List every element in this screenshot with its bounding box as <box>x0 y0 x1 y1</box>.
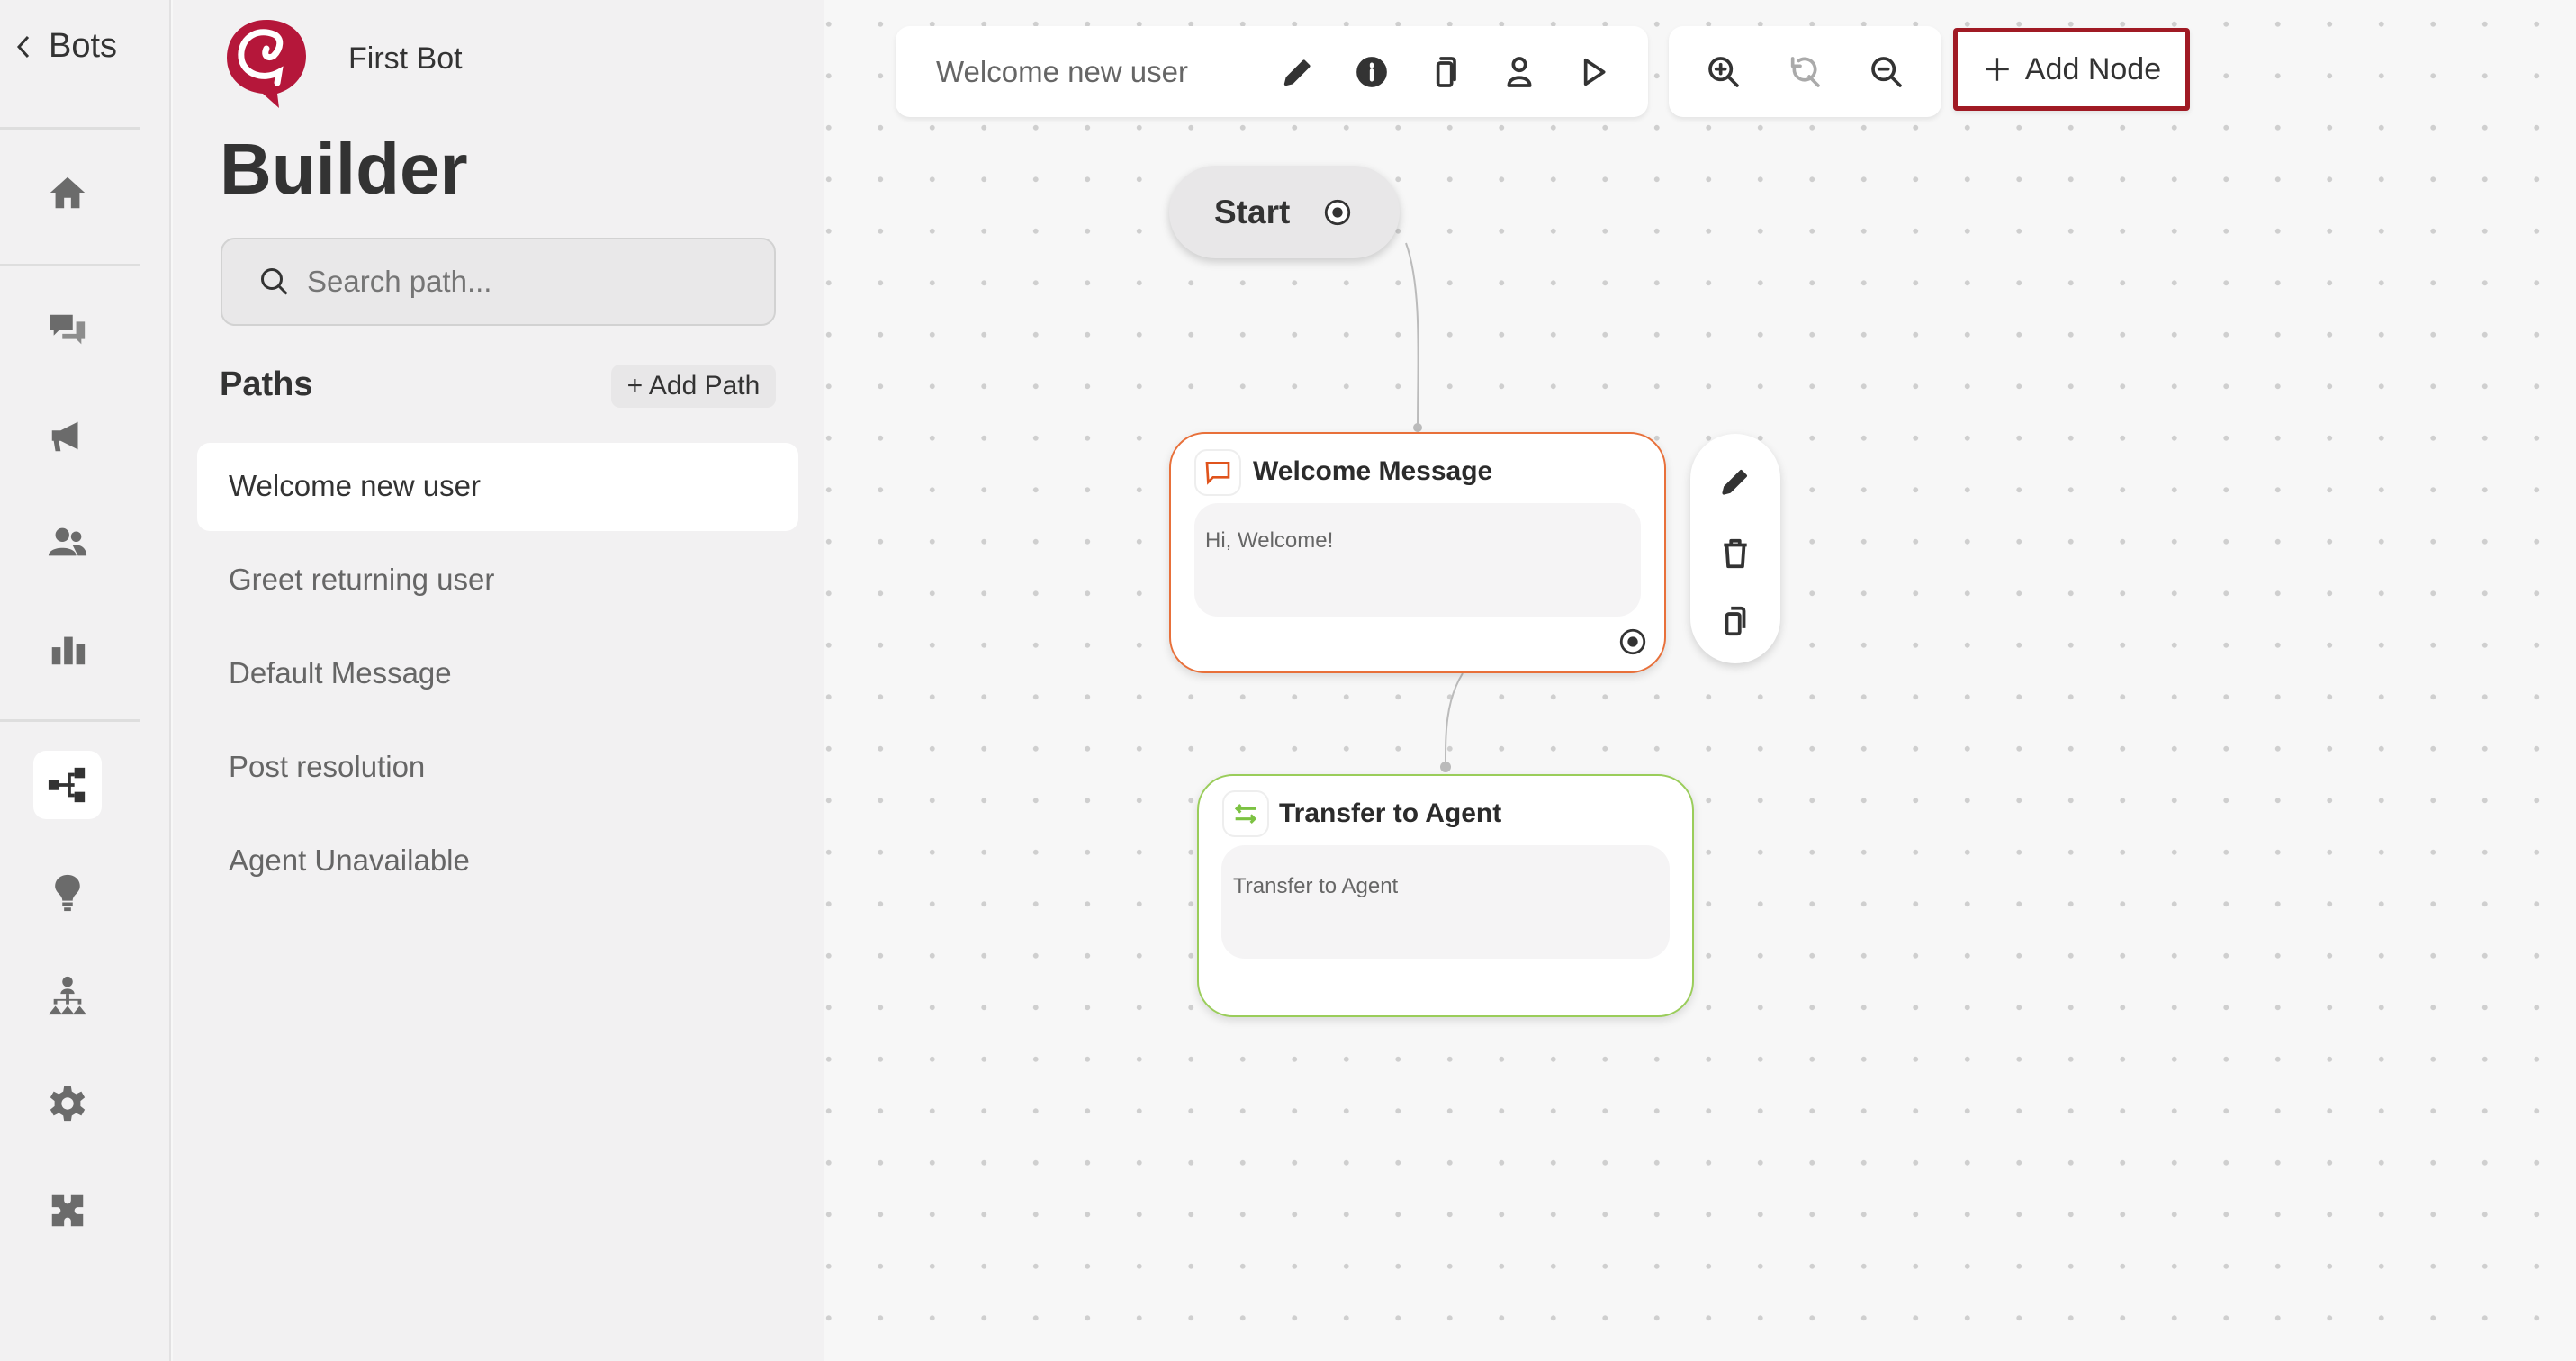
info-button[interactable] <box>1352 52 1392 92</box>
copy-icon <box>1436 56 1456 87</box>
add-node-button[interactable]: Add Node <box>1953 28 2190 111</box>
transfer-icon <box>1234 803 1257 825</box>
users-icon <box>48 527 87 556</box>
rename-button[interactable] <box>1278 52 1318 92</box>
zoom-out-button[interactable] <box>1867 52 1906 92</box>
path-item[interactable]: Default Message <box>229 656 452 690</box>
chat-icon <box>50 314 86 345</box>
gear-icon <box>50 1086 86 1122</box>
brand-logo <box>227 20 306 108</box>
user-button[interactable] <box>1500 52 1539 92</box>
rail-item-reports[interactable] <box>41 622 95 676</box>
home-icon <box>50 176 86 209</box>
zoom-out-icon <box>1870 56 1902 87</box>
flow-icon <box>48 767 86 803</box>
rail-item-home[interactable] <box>41 166 95 220</box>
node-title: Transfer to Agent <box>1279 798 1502 828</box>
path-item[interactable]: Greet returning user <box>229 563 494 597</box>
start-label: Start <box>1214 193 1291 230</box>
divider <box>0 127 140 130</box>
zoom-in-icon <box>1708 56 1739 87</box>
pencil-icon <box>1722 470 1747 495</box>
play-icon <box>1583 58 1606 86</box>
rail-item-integrations[interactable] <box>41 1184 95 1238</box>
path-item[interactable]: Welcome new user <box>229 469 481 503</box>
search-icon <box>261 268 288 295</box>
rail-item-campaigns[interactable] <box>41 409 95 463</box>
bot-name: First Bot <box>348 41 463 76</box>
rail-item-settings[interactable] <box>41 1077 95 1131</box>
message-icon <box>1205 462 1230 485</box>
rail-item-builder[interactable] <box>33 751 102 819</box>
user-icon <box>1507 56 1532 87</box>
output-handle-icon[interactable] <box>1322 197 1353 228</box>
duplicate-node-button[interactable] <box>1718 604 1752 643</box>
trash-icon <box>1724 538 1747 569</box>
copy-icon <box>1725 606 1746 636</box>
megaphone-icon <box>51 421 78 452</box>
node-text: Transfer to Agent <box>1233 874 1399 898</box>
paths-heading: Paths <box>220 365 313 403</box>
path-item[interactable]: Post resolution <box>229 750 425 784</box>
rail-item-hierarchy[interactable] <box>41 969 95 1023</box>
transfer-node-icon <box>1222 790 1269 837</box>
play-button[interactable] <box>1573 52 1613 92</box>
page-title: Builder <box>220 129 468 209</box>
divider <box>0 719 140 722</box>
hierarchy-icon <box>48 976 87 1015</box>
lightbulb-icon <box>55 874 80 912</box>
flow-node-welcome-message[interactable]: Welcome Message Hi, Welcome! <box>1169 432 1666 673</box>
reset-icon <box>1791 56 1821 87</box>
search-input[interactable] <box>307 265 757 299</box>
message-node-icon <box>1194 449 1241 496</box>
add-node-label: Add Node <box>2024 51 2162 86</box>
reset-zoom-button[interactable] <box>1785 52 1824 92</box>
node-title: Welcome Message <box>1253 456 1493 486</box>
start-node[interactable]: Start <box>1169 166 1400 258</box>
zoom-toolbar <box>1669 26 1941 117</box>
zoom-in-button[interactable] <box>1704 52 1743 92</box>
edit-node-button[interactable] <box>1718 464 1752 503</box>
rail-item-conversations[interactable] <box>41 303 95 357</box>
delete-node-button[interactable] <box>1718 536 1752 575</box>
node-actions <box>1690 434 1780 663</box>
path-name[interactable]: Welcome new user <box>936 55 1278 89</box>
info-icon <box>1356 56 1387 87</box>
node-text: Hi, Welcome! <box>1205 528 1334 553</box>
pencil-icon <box>1283 59 1311 86</box>
icon-rail: Bots <box>0 0 171 1361</box>
add-path-button[interactable]: + Add Path <box>611 365 776 408</box>
copy-path-button[interactable] <box>1426 52 1465 92</box>
output-handle-icon[interactable] <box>1617 626 1648 657</box>
search-path-field[interactable] <box>221 238 776 326</box>
path-item[interactable]: Agent Unavailable <box>229 843 470 878</box>
bar-chart-icon <box>51 636 86 665</box>
chevron-left-icon <box>16 35 30 58</box>
rail-item-insights[interactable] <box>41 865 95 919</box>
path-toolbar: Welcome new user <box>896 26 1648 117</box>
flow-node-transfer-to-agent[interactable]: Transfer to Agent Transfer to Agent <box>1197 774 1694 1017</box>
node-content: Transfer to Agent <box>1221 845 1670 959</box>
plus-icon <box>1986 58 2009 81</box>
flow-canvas[interactable] <box>824 0 2576 1361</box>
rail-item-contacts[interactable] <box>41 515 95 569</box>
back-label: Bots <box>49 27 118 65</box>
divider <box>0 264 140 266</box>
back-to-bots-link[interactable]: Bots <box>14 27 117 66</box>
node-content: Hi, Welcome! <box>1194 503 1641 617</box>
puzzle-icon <box>51 1194 84 1227</box>
